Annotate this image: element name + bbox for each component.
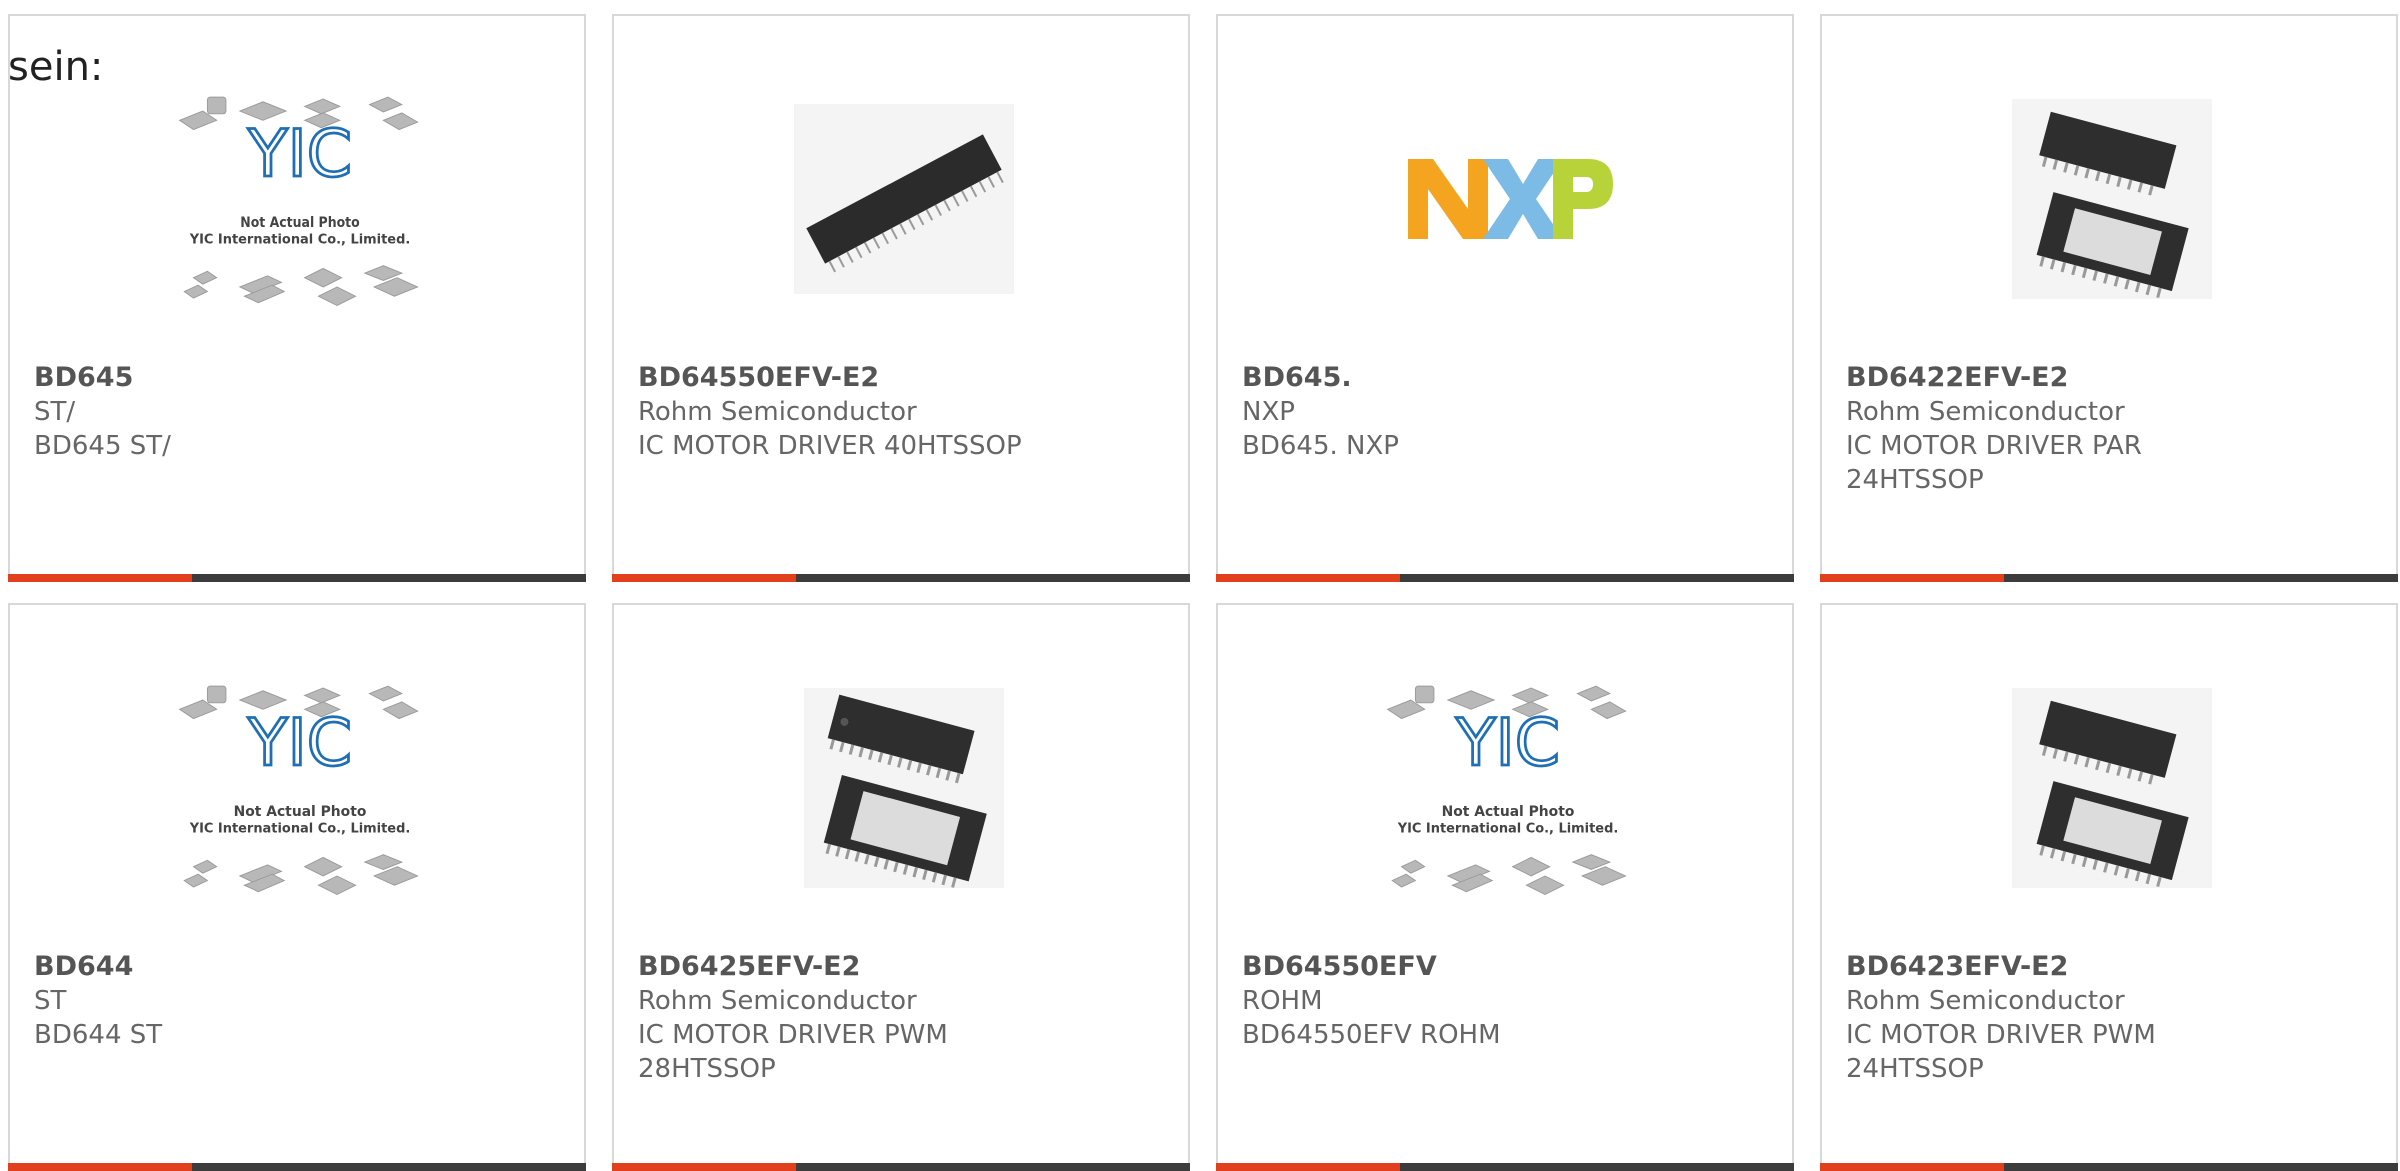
product-card[interactable]: YIC Not Actual Photo YIC International C… xyxy=(8,14,586,582)
manufacturer: Rohm Semiconductor xyxy=(638,397,917,427)
manufacturer: ROHM xyxy=(1242,986,1323,1016)
placeholder-line1: Not Actual Photo xyxy=(1442,803,1575,819)
chip-icon xyxy=(779,675,1029,900)
product-card[interactable]: BD64550EFV-E2 Rohm Semiconductor IC MOTO… xyxy=(612,14,1190,582)
manufacturer: Rohm Semiconductor xyxy=(1846,397,2125,427)
yic-logo: YIC xyxy=(247,116,352,191)
description: BD644 ST xyxy=(34,1020,163,1050)
placeholder-line1: Not Actual Photo xyxy=(234,803,367,819)
card-bar xyxy=(8,574,586,582)
part-number[interactable]: BD64550EFV xyxy=(1242,950,1772,984)
manufacturer: ST xyxy=(34,986,67,1016)
part-number[interactable]: BD6422EFV-E2 xyxy=(1846,361,2376,395)
description: BD64550EFV ROHM xyxy=(1242,1020,1501,1050)
card-bar xyxy=(612,1163,1190,1171)
product-image-placeholder: YIC Not Actual Photo YIC International C… xyxy=(1383,675,1633,900)
card-bar xyxy=(1820,574,2398,582)
nxp-logo-icon xyxy=(1383,86,1633,311)
yic-logo: YIC xyxy=(247,705,352,780)
manufacturer: Rohm Semiconductor xyxy=(1846,986,2125,1016)
description: IC MOTOR DRIVER 40HTSSOP xyxy=(638,431,1022,461)
manufacturer: Rohm Semiconductor xyxy=(638,986,917,1016)
product-card[interactable]: BD6422EFV-E2 Rohm Semiconductor IC MOTOR… xyxy=(1820,14,2398,582)
part-number[interactable]: BD6423EFV-E2 xyxy=(1846,950,2376,984)
manufacturer: NXP xyxy=(1242,397,1295,427)
yic-logo: YIC xyxy=(1455,705,1560,780)
product-card[interactable]: BD645. NXP BD645. NXP xyxy=(1216,14,1794,582)
card-bar xyxy=(612,574,1190,582)
placeholder-line2: YIC International Co., Limited. xyxy=(1397,821,1619,836)
chip-icon xyxy=(1987,675,2237,900)
product-grid: YIC Not Actual Photo YIC International C… xyxy=(0,0,2400,1171)
part-number[interactable]: BD645. xyxy=(1242,361,1772,395)
product-card[interactable]: BD6425EFV-E2 Rohm Semiconductor IC MOTOR… xyxy=(612,603,1190,1171)
product-card[interactable]: YIC Not Actual Photo YIC International C… xyxy=(1216,603,1794,1171)
card-bar xyxy=(1216,1163,1794,1171)
placeholder-line1: Not Actual Photo xyxy=(240,214,360,230)
product-image-placeholder: YIC Not Actual Photo YIC International C… xyxy=(175,86,425,311)
manufacturer: ST/ xyxy=(34,397,76,427)
product-card[interactable]: BD6423EFV-E2 Rohm Semiconductor IC MOTOR… xyxy=(1820,603,2398,1171)
product-image-placeholder: YIC Not Actual Photo YIC International C… xyxy=(175,675,425,900)
chip-icon xyxy=(1987,86,2237,311)
description: BD645. NXP xyxy=(1242,431,1399,461)
part-number[interactable]: BD6425EFV-E2 xyxy=(638,950,1168,984)
description: IC MOTOR DRIVER PAR 24HTSSOP xyxy=(1846,431,2142,495)
placeholder-line2: YIC International Co., Limited. xyxy=(189,232,411,247)
part-number[interactable]: BD64550EFV-E2 xyxy=(638,361,1168,395)
card-bar xyxy=(1216,574,1794,582)
placeholder-line2: YIC International Co., Limited. xyxy=(189,821,411,836)
section-heading: sein: xyxy=(8,44,104,90)
card-bar xyxy=(8,1163,586,1171)
description: IC MOTOR DRIVER PWM 24HTSSOP xyxy=(1846,1020,2156,1084)
description: BD645 ST/ xyxy=(34,431,171,461)
chip-icon xyxy=(779,86,1029,311)
card-bar xyxy=(1820,1163,2398,1171)
description: IC MOTOR DRIVER PWM 28HTSSOP xyxy=(638,1020,948,1084)
product-card[interactable]: YIC Not Actual Photo YIC International C… xyxy=(8,603,586,1171)
part-number[interactable]: BD644 xyxy=(34,950,564,984)
part-number[interactable]: BD645 xyxy=(34,361,564,395)
